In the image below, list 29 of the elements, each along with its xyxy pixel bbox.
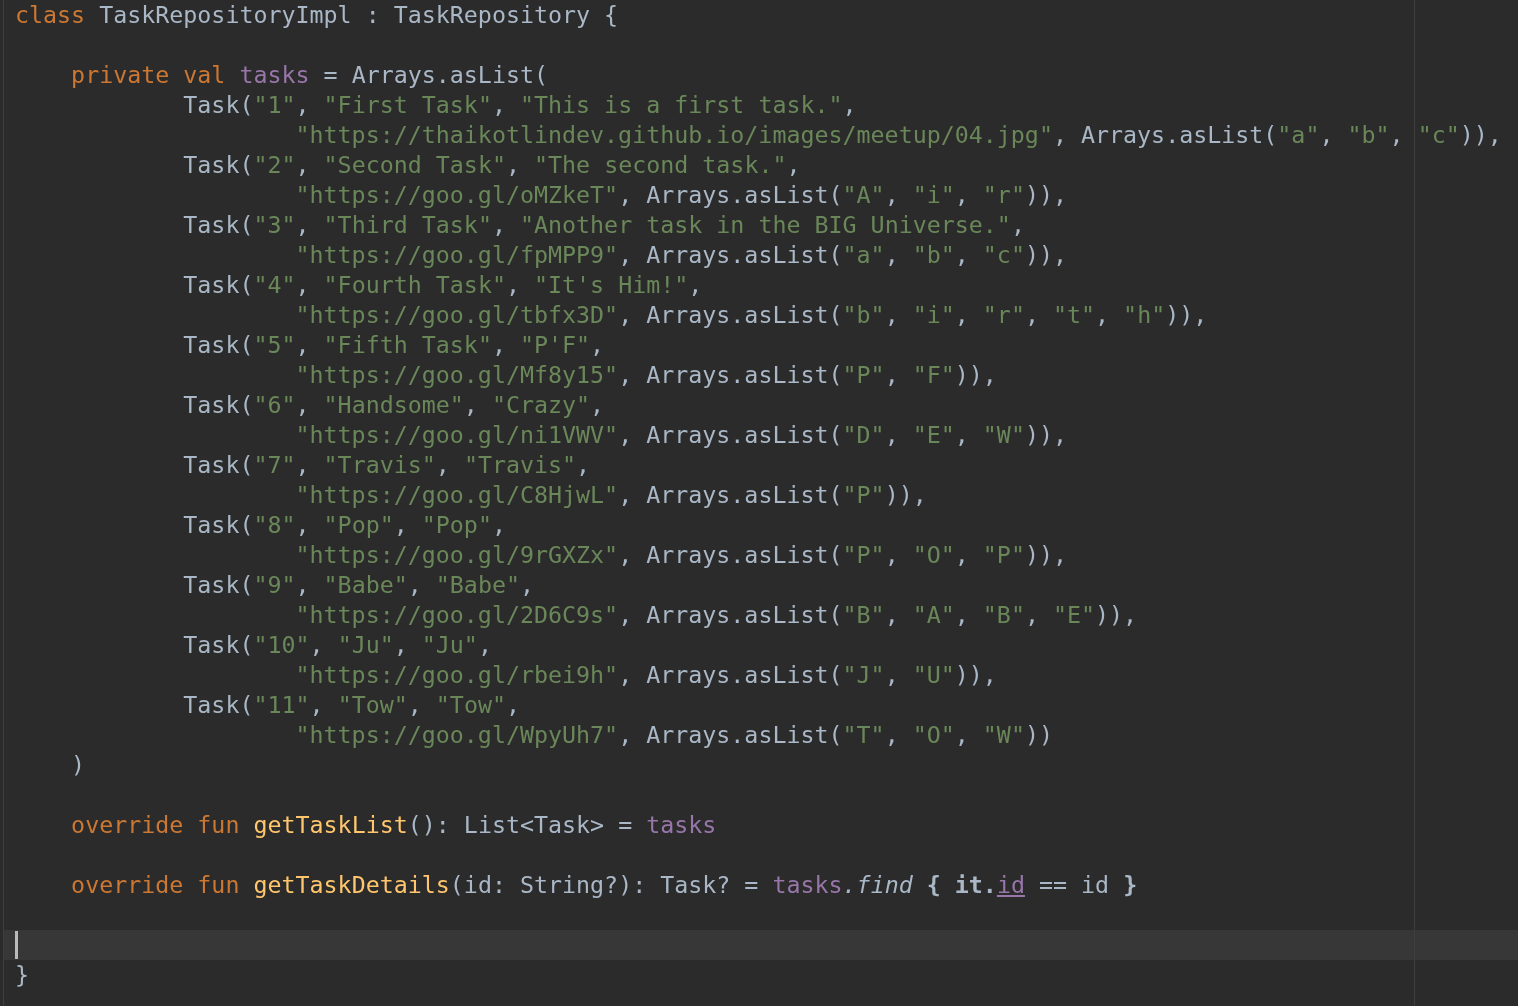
code-line: "https://goo.gl/Mf8y15", Arrays.asList("P", "F")), xyxy=(294,360,997,390)
code-line: "https://goo.gl/C8HjwL", Arrays.asList("P")), xyxy=(294,480,927,510)
code-line: Task("11", "Tow", "Tow", xyxy=(182,690,520,720)
code-line: Task("4", "Fourth Task", "It's Him!", xyxy=(182,270,703,300)
code-line: override fun getTaskList(): List<Task> = tasks xyxy=(70,810,717,840)
code-line: "https://goo.gl/tbfx3D", Arrays.asList("b", "i", "r", "t", "h")), xyxy=(294,300,1208,330)
code-line: ) xyxy=(70,750,86,780)
code-editor[interactable] xyxy=(3,0,1518,1006)
code-line: Task("10", "Ju", "Ju", xyxy=(182,630,492,660)
code-line: "https://thaikotlindev.github.io/images/meetup/04.jpg", Arrays.asList("a", "b", "c")), xyxy=(294,120,1502,150)
code-line: Task("1", "First Task", "This is a first task.", xyxy=(182,90,857,120)
code-line: "https://goo.gl/2D6C9s", Arrays.asList("B", "A", "B", "E")), xyxy=(294,600,1138,630)
code-line: override fun getTaskDetails(id: String?): Task? = tasks.find { it.id == id } xyxy=(70,870,1138,900)
code-line: Task("8", "Pop", "Pop", xyxy=(182,510,506,540)
code-line: Task("5", "Fifth Task", "P'F", xyxy=(182,330,605,360)
code-line: Task("3", "Third Task", "Another task in the BIG Universe.", xyxy=(182,210,1025,240)
code-line: "https://goo.gl/fpMPP9", Arrays.asList("a", "b", "c")), xyxy=(294,240,1067,270)
code-line: "https://goo.gl/9rGXZx", Arrays.asList("P", "O", "P")), xyxy=(294,540,1067,570)
code-line: "https://goo.gl/rbei9h", Arrays.asList("J", "U")), xyxy=(294,660,997,690)
code-line: } xyxy=(15,960,30,990)
code-line: Task("9", "Babe", "Babe", xyxy=(182,570,534,600)
code-line: "https://goo.gl/WpyUh7", Arrays.asList("T", "O", "W")) xyxy=(294,720,1053,750)
code-line: Task("7", "Travis", "Travis", xyxy=(182,450,591,480)
code-line: "https://goo.gl/ni1VWV", Arrays.asList("D", "E", "W")), xyxy=(294,420,1067,450)
code-line: "https://goo.gl/oMZkeT", Arrays.asList("A", "i", "r")), xyxy=(294,180,1067,210)
code-line: Task("2", "Second Task", "The second task.", xyxy=(182,150,801,180)
code-line: private val tasks = Arrays.asList( xyxy=(70,60,548,90)
code-line: class TaskRepositoryImpl : TaskRepository { xyxy=(15,0,619,30)
code-line: Task("6", "Handsome", "Crazy", xyxy=(182,390,605,420)
